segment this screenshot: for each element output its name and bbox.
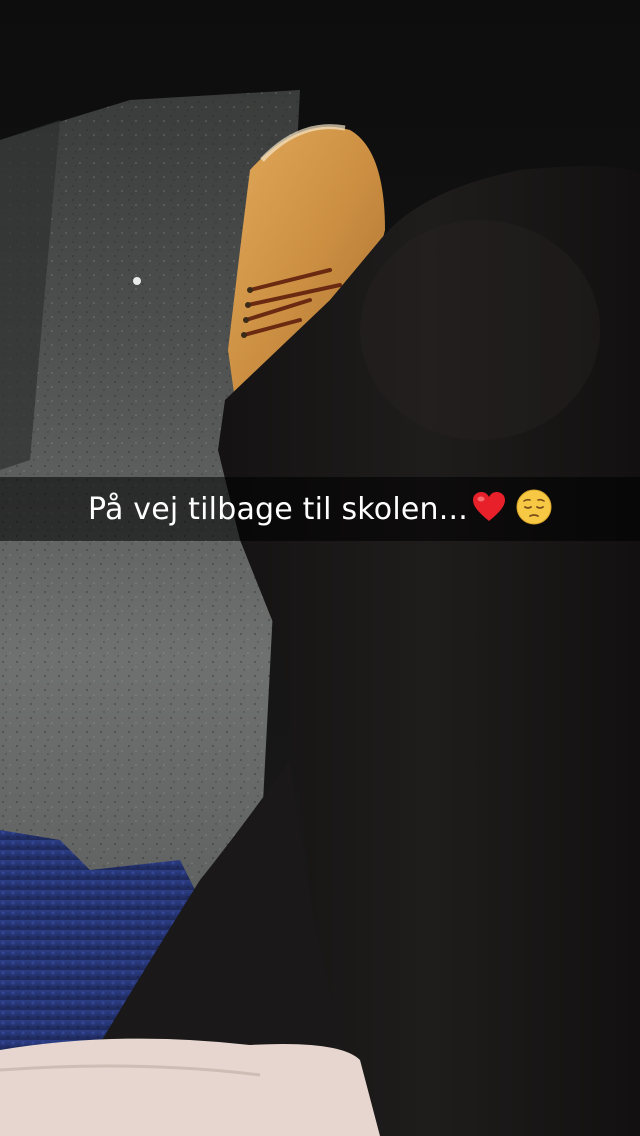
pensive-face-emoji [516,489,552,530]
snap-view: På vej tilbage til skolen... [0,0,640,1136]
caption-text: På vej tilbage til skolen... [88,491,468,527]
photo-boot-and-leggings-on-train [0,0,640,1136]
red-heart-emoji [472,491,506,528]
caption-bar: På vej tilbage til skolen... [0,477,640,541]
